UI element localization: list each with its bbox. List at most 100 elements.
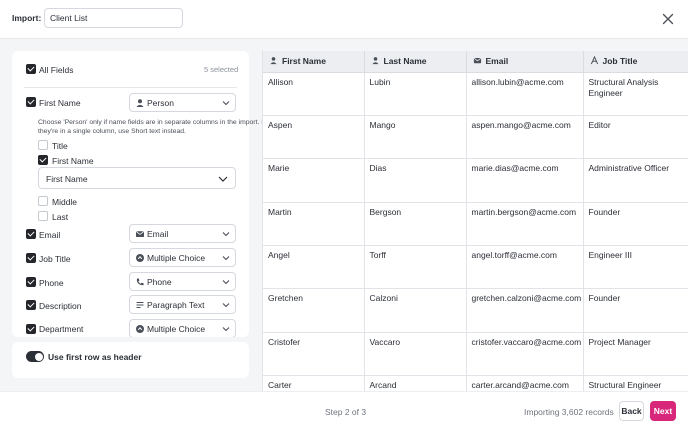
- job-title-type-select[interactable]: Multiple Choice: [129, 248, 236, 267]
- subfield-title-checkbox[interactable]: [38, 140, 48, 150]
- first-name-type-select[interactable]: Person: [129, 93, 236, 112]
- subfield-first-name-label: First Name: [52, 156, 94, 166]
- subfield-middle-checkbox[interactable]: [38, 196, 48, 206]
- chevron-down-icon: [222, 232, 230, 237]
- table-row: Allison Lubin allison.lubin@acme.com Str…: [263, 72, 688, 116]
- chevron-down-icon: [218, 176, 228, 182]
- envelope-icon: [473, 58, 481, 64]
- description-checkbox[interactable]: [26, 300, 36, 310]
- column-header-label: Job Title: [602, 56, 638, 67]
- all-fields-checkbox[interactable]: [26, 64, 36, 74]
- subfield-last-label: Last: [52, 212, 69, 222]
- job-title-checkbox[interactable]: [26, 253, 36, 263]
- import-header: Import: Client List: [0, 0, 688, 39]
- person-icon: [136, 99, 144, 107]
- table-cell: martin.bergson@acme.com: [466, 202, 584, 247]
- table-cell: Allison: [263, 72, 365, 116]
- table-cell: Cristofer: [263, 332, 365, 377]
- column-header-label: First Name: [282, 56, 326, 67]
- first-name-label: First Name: [39, 98, 81, 108]
- table-cell: Torff: [364, 245, 467, 290]
- table-cell: angel.torff@acme.com: [466, 245, 584, 290]
- table-cell: Dias: [364, 158, 467, 203]
- column-header-job-title[interactable]: Job Title: [583, 51, 688, 73]
- import-count: Importing 3,602 records: [524, 407, 614, 417]
- header-row-toggle[interactable]: [26, 351, 44, 362]
- subfield-last-checkbox[interactable]: [38, 211, 48, 221]
- table-cell: carter.arcand@acme.com: [466, 375, 584, 391]
- table-cell: Angel: [263, 245, 365, 290]
- table-row: Marie Dias marie.dias@acme.com Administr…: [263, 158, 688, 203]
- phone-type-value: Phone: [147, 277, 172, 287]
- table-cell: Structural Engineer: [583, 375, 688, 391]
- table-cell: Administrative Officer: [583, 158, 688, 203]
- table-row: Carter Arcand carter.arcand@acme.com Str…: [263, 375, 688, 391]
- department-checkbox[interactable]: [26, 324, 36, 334]
- text-icon: [590, 56, 598, 65]
- step-indicator: Step 2 of 3: [325, 407, 367, 417]
- table-row: Martin Bergson martin.bergson@acme.com F…: [263, 202, 688, 247]
- phone-type-select[interactable]: Phone: [129, 272, 236, 291]
- table-cell: cristofer.vaccaro@acme.com: [466, 332, 584, 377]
- chevron-down-icon: [222, 101, 230, 106]
- table-cell: Mango: [364, 115, 467, 160]
- table-cell: Aspen: [263, 115, 365, 160]
- table-cell: Bergson: [364, 202, 467, 247]
- table-cell: Arcand: [364, 375, 467, 391]
- chevron-down-icon: [222, 303, 230, 308]
- table-cell: aspen.mango@acme.com: [466, 115, 584, 160]
- table-cell: marie.dias@acme.com: [466, 158, 584, 203]
- department-type-value: Multiple Choice: [147, 324, 206, 334]
- table-row: Cristofer Vaccaro cristofer.vaccaro@acme…: [263, 332, 688, 377]
- next-button[interactable]: Next: [650, 401, 676, 421]
- first-name-column-select[interactable]: First Name: [38, 167, 236, 189]
- import-footer: Step 2 of 3 Importing 3,602 records Back…: [0, 391, 688, 430]
- phone-checkbox[interactable]: [26, 277, 36, 287]
- chevron-down-icon: [222, 280, 230, 285]
- table-cell: Marie: [263, 158, 365, 203]
- import-name-input[interactable]: Client List: [44, 8, 183, 28]
- all-fields-label: All Fields: [39, 65, 74, 75]
- subfield-title-label: Title: [52, 141, 68, 151]
- job-title-type-value: Multiple Choice: [147, 253, 206, 263]
- table-row: Angel Torff angel.torff@acme.com Enginee…: [263, 245, 688, 290]
- person-icon: [371, 57, 379, 65]
- department-type-select[interactable]: Multiple Choice: [129, 319, 236, 337]
- paragraph-icon: [136, 302, 144, 308]
- phone-label: Phone: [39, 278, 64, 288]
- close-icon[interactable]: [660, 11, 676, 27]
- column-header-first-name[interactable]: First Name: [263, 51, 365, 73]
- choice-icon: [136, 254, 144, 262]
- header-row-toggle-label: Use first row as header: [48, 352, 142, 362]
- description-type-select[interactable]: Paragraph Text: [129, 295, 236, 314]
- column-header-last-name[interactable]: Last Name: [364, 51, 467, 73]
- table-cell: Founder: [583, 288, 688, 333]
- department-label: Department: [39, 324, 84, 334]
- table-cell: Calzoni: [364, 288, 467, 333]
- table-cell: gretchen.calzoni@acme.com: [466, 288, 584, 333]
- description-label: Description: [39, 301, 82, 311]
- email-checkbox[interactable]: [26, 229, 36, 239]
- table-cell: allison.lubin@acme.com: [466, 72, 584, 116]
- chevron-down-icon: [222, 256, 230, 261]
- first-name-checkbox[interactable]: [26, 97, 36, 107]
- first-name-column-value: First Name: [46, 174, 88, 184]
- table-cell: Gretchen: [263, 288, 365, 333]
- table-cell: Editor: [583, 115, 688, 160]
- selected-count: 5 selected: [204, 65, 239, 74]
- email-label: Email: [39, 230, 61, 240]
- table-cell: Project Manager: [583, 332, 688, 377]
- back-button[interactable]: Back: [619, 401, 644, 421]
- preview-table: First Name Last Name Email Job Title All…: [262, 51, 688, 391]
- description-type-value: Paragraph Text: [147, 300, 205, 310]
- subfield-first-name-checkbox[interactable]: [38, 155, 48, 165]
- import-label: Import:: [12, 13, 42, 23]
- table-cell: Engineer III: [583, 245, 688, 290]
- phone-icon: [136, 278, 144, 286]
- column-header-email[interactable]: Email: [466, 51, 584, 73]
- table-row: Aspen Mango aspen.mango@acme.com Editor: [263, 115, 688, 160]
- table-row: Gretchen Calzoni gretchen.calzoni@acme.c…: [263, 288, 688, 333]
- email-type-select[interactable]: Email: [129, 224, 236, 243]
- person-help-text: Choose 'Person' only if name fields are …: [38, 119, 266, 135]
- subfield-middle-label: Middle: [52, 197, 78, 207]
